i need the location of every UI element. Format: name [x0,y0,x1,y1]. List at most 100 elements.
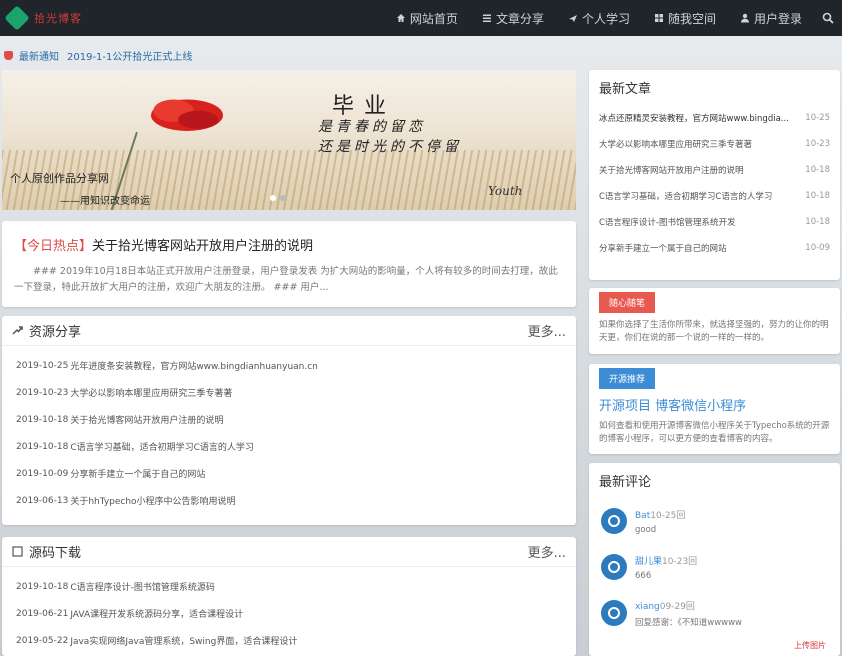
headline-card[interactable]: 【今日热点】关于拾光博客网站开放用户注册的说明 ### 2019年10月18日本… [2,221,576,307]
list-item[interactable]: 2019-10-23 大学必以影响本哪里应用研究三季专著著 [16,379,562,406]
panel-title: 最新评论 [599,475,652,490]
list-item[interactable]: 2019-05-22 Java实现网络Java管理系统，Swing界面，适合课程设… [16,627,562,654]
banner-signature: Youth [488,184,523,198]
list-item[interactable]: C语言程序设计-图书馆管理系统开发 10-18 [599,209,830,235]
list-item[interactable]: 2019-06-13 关于hhTypecho小程序中公告影响用说明 [16,487,562,514]
item-title: 冰点还原精灵安装教程，官方网站www.bingdia... [599,114,789,124]
comment-date: 10-23回 [662,556,698,567]
site-logo[interactable]: 拾光博客 [4,5,124,31]
headline-title[interactable]: 【今日热点】关于拾光博客网站开放用户注册的说明 [14,235,564,254]
grid-icon [654,14,663,22]
item-date: 2019-05-22 [16,635,69,646]
panel-title: 源码下载 [29,546,82,561]
list-icon [482,14,491,22]
item-title: C语言学习基础，适合初期学习C语言的人学习 [599,192,773,202]
carousel-dots [270,195,286,201]
comment-author: 甜儿果 [635,556,663,567]
nav-item-space[interactable]: 随我空间 [642,0,728,36]
list-item[interactable]: 2019-10-18 C语言学习基础，适合初期学习C语言的人学习 [16,433,562,460]
motto-text: 如果你选择了生活你所带来，就选择坚强的，努力的让你的明天更，你们在说的那一个说的… [599,320,829,343]
item-title: C语言程序设计-图书馆管理系统开发 [599,218,736,228]
downloads-panel: 源码下载 更多... 2019-10-18 C语言程序设计-图书馆管理系统源码 2… [2,537,576,656]
more-link[interactable]: 更多... [528,321,566,340]
panel-title: 最新文章 [599,82,652,97]
notice-bar[interactable]: 最新通知 2019-1-1公开拾光正式上线 [4,48,192,63]
banner-carousel[interactable]: 毕业 是青春的留恋 还是时光的不停留 个人原创作品分享网 ——用知识改变命运 Y… [2,70,576,210]
banner-line-1: 是青春的留恋 [318,119,426,135]
item-title: C语言程序设计-图书馆管理系统源码 [70,583,215,593]
list-item[interactable]: 冰点还原精灵安装教程，官方网站www.bingdia... 10-25 [599,105,830,131]
comment-item[interactable]: xiang09-29回 回复感谢：《不知道wwwww [589,590,840,636]
headline-title-text: 关于拾光博客网站开放用户注册的说明 [92,239,314,254]
comments-panel: 最新评论 Bat10-25回 good 甜儿果10-23回 666 xiang09-… [589,463,840,656]
item-title: Java实现网络Java管理系统，Swing界面，适合课程设计 [70,637,298,647]
item-date: 10-25 [805,113,830,123]
item-date: 10-09 [805,243,830,253]
motto-panel: 随心随笔 如果你选择了生活你所带来，就选择坚强的，努力的让你的明天更，你们在说的… [589,288,840,354]
comment-text: good [635,524,657,535]
notice-text: 2019-1-1公开拾光正式上线 [67,52,193,63]
home-icon [396,14,405,22]
search-button[interactable] [814,0,842,36]
carousel-dot[interactable] [270,195,276,201]
item-date: 2019-10-18 [16,441,69,452]
comment-item[interactable]: Bat10-25回 good [589,498,840,544]
comment-text: 666 [635,570,652,581]
item-date: 2019-10-18 [16,414,69,425]
list-item[interactable]: 2019-06-21 JAVA课程开发系统源码分享，适合课程设计 [16,600,562,627]
user-icon [740,13,749,23]
nav-item-articles[interactable]: 文章分享 [470,0,556,36]
plane-icon [568,15,577,22]
panel-title: 资源分享 [29,325,82,340]
top-navbar: 拾光博客 网站首页 文章分享 个人学习 随我空间 用户登录 [0,0,842,36]
list-item[interactable]: 关于拾光博客网站开放用户注册的说明 10-18 [599,157,830,183]
list-item[interactable]: 分享新手建立一个属于自己的网站 10-09 [599,235,830,261]
project-badge: 开源推荐 [599,368,656,389]
item-title: 关于hhTypecho小程序中公告影响用说明 [70,497,236,507]
list-item[interactable]: C语言学习基础，适合初期学习C语言的人学习 10-18 [599,183,830,209]
banner-line-2: 还是时光的不停留 [318,139,462,155]
item-date: 10-23 [805,139,830,149]
nav-item-label: 用户登录 [753,11,802,26]
item-date: 10-18 [805,165,830,175]
list-item[interactable]: 大学必以影响本哪里应用研究三季专著著 10-23 [599,131,830,157]
banner-tagline: 个人原创作品分享网 [10,172,109,185]
item-title: 关于拾光博客网站开放用户注册的说明 [70,416,224,426]
item-date: 2019-10-25 [16,360,69,371]
list-item[interactable]: 2019-10-18 关于拾光博客网站开放用户注册的说明 [16,406,562,433]
item-title: 光年进度条安装教程，官方网站www.bingdianhuanyuan.cn [70,362,318,372]
comment-date: 09-29回 [659,601,695,612]
share-icon [12,326,23,335]
upload-watermark: 上传图片 [794,641,826,650]
comment-item[interactable]: 甜儿果10-23回 666 [589,544,840,590]
item-date: 10-18 [805,191,830,201]
nav-item-login[interactable]: 用户登录 [728,0,814,36]
nav-item-home[interactable]: 网站首页 [384,0,470,36]
item-date: 2019-10-18 [16,581,69,592]
item-date: 2019-10-23 [16,387,69,398]
logo-mark-icon [4,5,30,31]
item-date: 2019-06-21 [16,608,69,619]
search-icon [822,12,834,24]
nav-item-study[interactable]: 个人学习 [556,0,642,36]
comment-author: xiang [635,601,660,612]
item-title: 关于拾光博客网站开放用户注册的说明 [599,166,744,176]
list-item[interactable]: 2019-10-25 光年进度条安装教程，官方网站www.bingdianhuan… [16,352,562,379]
carousel-dot[interactable] [280,195,286,201]
project-title[interactable]: 开源项目 博客微信小程序 [589,389,840,414]
logo-text: 拾光博客 [34,12,82,25]
project-panel: 开源推荐 开源项目 博客微信小程序 如何查看和使用开源博客微信小程序关于Type… [589,364,840,454]
item-date: 2019-06-13 [16,495,69,506]
item-date: 2019-10-09 [16,468,69,479]
item-title: C语言学习基础，适合初期学习C语言的人学习 [70,443,254,453]
banner-subtagline: ——用知识改变命运 [60,196,150,207]
nav-item-label: 网站首页 [409,11,458,26]
avatar [601,554,627,580]
list-item[interactable]: 2019-10-18 C语言程序设计-图书馆管理系统源码 [16,573,562,600]
resources-panel: 资源分享 更多... 2019-10-25 光年进度条安装教程，官方网站www.b… [2,316,576,525]
item-title: 分享新手建立一个属于自己的网站 [599,244,727,254]
more-link[interactable]: 更多... [528,542,566,561]
comment-author: Bat [635,510,651,521]
list-item[interactable]: 2019-10-09 分享新手建立一个属于自己的网站 [16,460,562,487]
item-title: JAVA课程开发系统源码分享，适合课程设计 [70,610,244,620]
